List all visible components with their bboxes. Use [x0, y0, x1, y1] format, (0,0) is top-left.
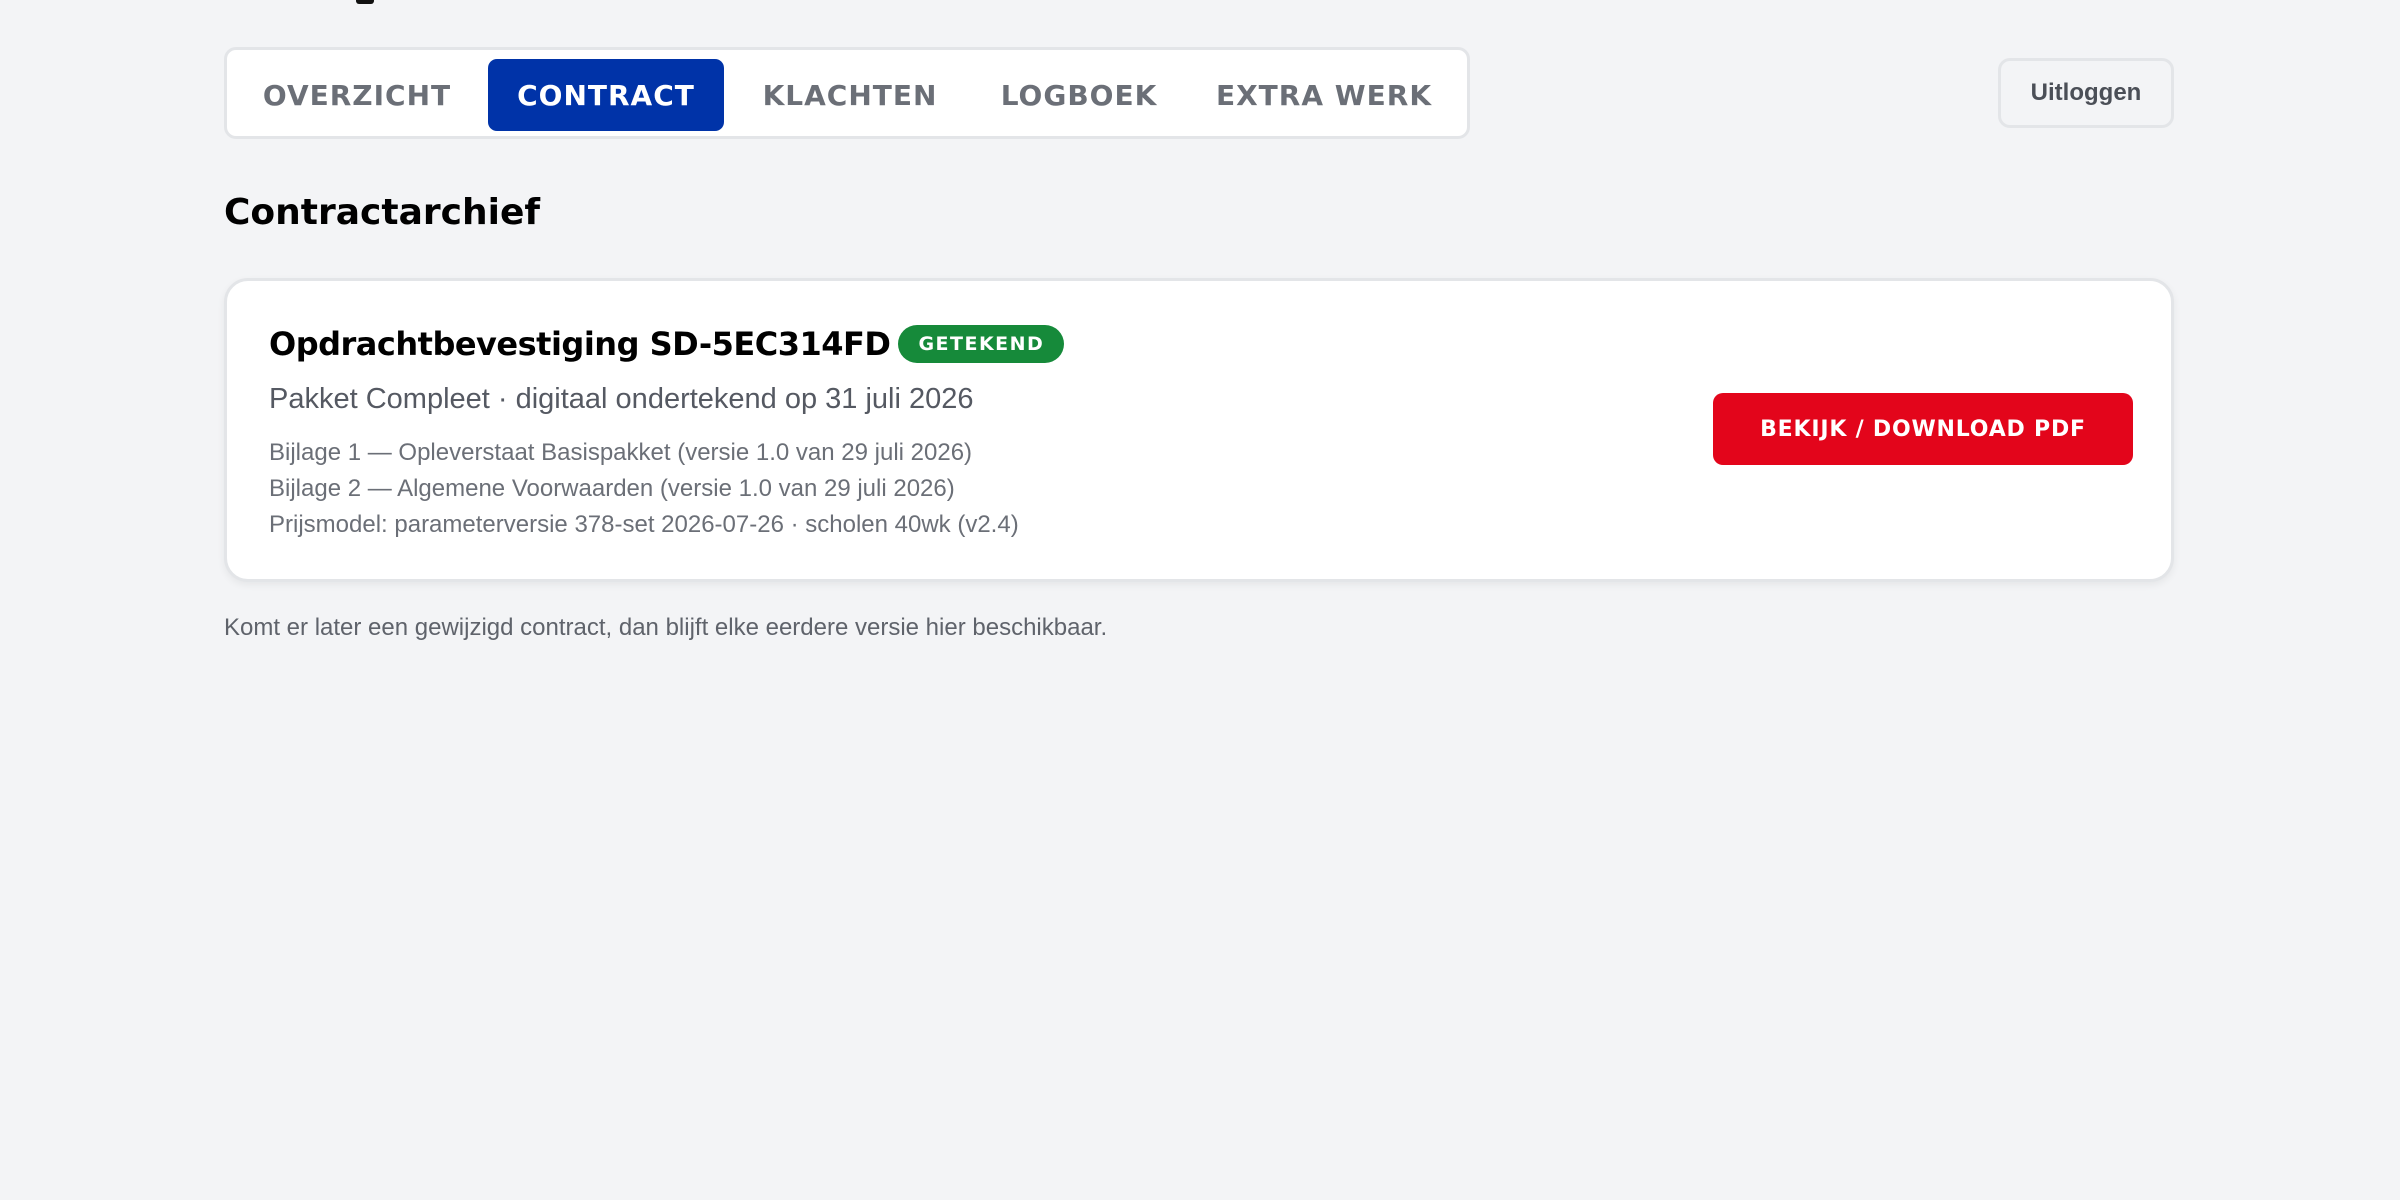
header-clipped — [0, 0, 2400, 6]
list-item: Prijsmodel: parameterversie 378-set 2026… — [269, 511, 1019, 538]
contract-subtitle: Pakket Compleet · digitaal ondertekend o… — [269, 383, 974, 415]
page-title: Contractarchief — [224, 192, 541, 233]
contract-card: Opdrachtbevestiging SD-5EC314FD GETEKEND… — [224, 278, 2174, 582]
archive-footnote: Komt er later een gewijzigd contract, da… — [224, 614, 1108, 641]
logo-fragment — [356, 0, 374, 4]
tab-contract[interactable]: CONTRACT — [488, 59, 724, 131]
contract-card-header: Opdrachtbevestiging SD-5EC314FD GETEKEND — [269, 325, 1065, 363]
status-badge: GETEKEND — [898, 325, 1065, 363]
main-tab-bar: OVERZICHT CONTRACT KLACHTEN LOGBOEK EXTR… — [224, 47, 1470, 139]
tab-extra-werk[interactable]: EXTRA WERK — [1198, 59, 1450, 131]
contract-title: Opdrachtbevestiging SD-5EC314FD — [269, 325, 891, 363]
tab-logboek[interactable]: LOGBOEK — [970, 59, 1188, 131]
logout-button[interactable]: Uitloggen — [1998, 58, 2174, 128]
tab-overzicht[interactable]: OVERZICHT — [239, 59, 475, 131]
download-pdf-button[interactable]: BEKIJK / DOWNLOAD PDF — [1713, 393, 2133, 465]
contract-details-list: Bijlage 1 — Opleverstaat Basispakket (ve… — [269, 435, 1019, 543]
list-item: Bijlage 2 — Algemene Voorwaarden (versie… — [269, 475, 955, 502]
tab-klachten[interactable]: KLACHTEN — [736, 59, 964, 131]
list-item: Bijlage 1 — Opleverstaat Basispakket (ve… — [269, 439, 973, 466]
